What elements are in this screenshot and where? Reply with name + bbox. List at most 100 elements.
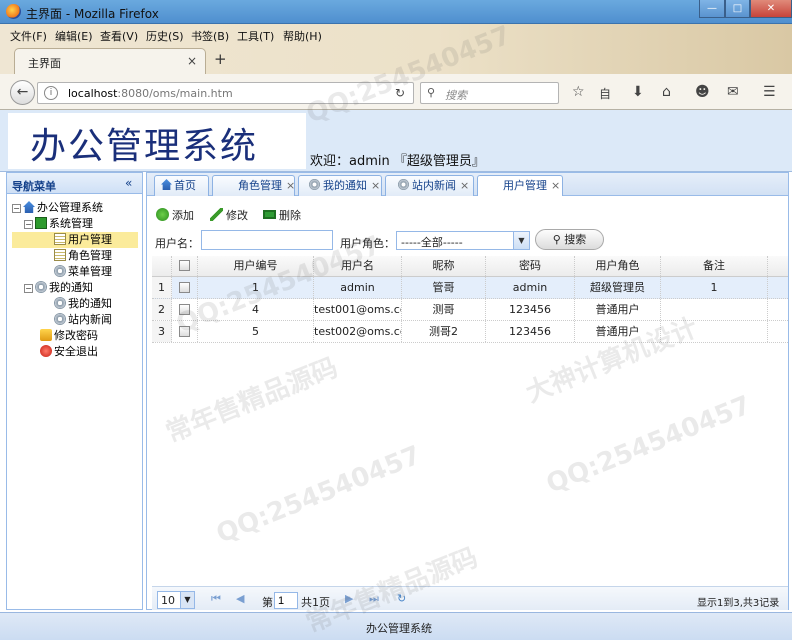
menu-view[interactable]: 查看(V) — [100, 28, 138, 44]
back-button[interactable]: ← — [10, 80, 35, 105]
prev-page-icon[interactable]: ◀ — [236, 592, 244, 605]
search-button[interactable]: ⚲ 搜索 — [535, 229, 604, 250]
document-icon — [54, 233, 66, 245]
delete-button[interactable]: 删除 — [263, 207, 301, 223]
table-row[interactable]: 3 5 test002@oms.cc 测哥2 123456 普通用户 — [152, 321, 788, 343]
tab-label: 站内新闻 — [412, 179, 456, 192]
tree-node-site-news[interactable]: 站内新闻 — [54, 312, 112, 328]
collapse-toggle-icon[interactable]: − — [24, 220, 33, 229]
cell-id: 1 — [198, 277, 314, 298]
tree-node-root[interactable]: − 办公管理系统 — [12, 200, 103, 216]
tree-node-change-password[interactable]: 修改密码 — [40, 328, 98, 344]
row-checkbox[interactable] — [179, 304, 190, 315]
tree-label: 我的通知 — [49, 281, 93, 294]
tab-label: 角色管理 — [238, 179, 282, 192]
col-header-role[interactable]: 用户角色 — [575, 256, 661, 276]
home-icon[interactable]: ⌂ — [662, 84, 671, 100]
col-header-id[interactable]: 用户编号 — [198, 256, 314, 276]
first-page-icon[interactable]: ⏮ — [211, 592, 221, 606]
col-header-password[interactable]: 密码 — [486, 256, 575, 276]
tab-my-notices[interactable]: 我的通知 × — [298, 175, 382, 196]
refresh-icon[interactable]: ↻ — [397, 592, 406, 605]
download-icon[interactable]: ⬇ — [632, 84, 644, 100]
cell-remark: 1 — [661, 277, 768, 298]
add-icon — [156, 208, 169, 221]
page-number-input[interactable] — [274, 592, 298, 609]
close-icon[interactable]: × — [551, 179, 560, 192]
menu-history[interactable]: 历史(S) — [146, 28, 184, 44]
close-tab-icon[interactable]: × — [187, 54, 197, 68]
search-bar[interactable]: ⚲ 搜索 — [420, 82, 559, 104]
menu-bookmarks[interactable]: 书签(B) — [191, 28, 229, 44]
select-all-cell — [172, 256, 198, 276]
close-icon[interactable]: × — [371, 179, 380, 192]
new-tab-button[interactable]: + — [214, 50, 227, 68]
tab-user-mgmt[interactable]: 用户管理 × — [477, 175, 563, 197]
page-size-select[interactable]: 10 ▼ — [157, 591, 195, 609]
site-info-icon[interactable]: i — [44, 86, 58, 100]
collapse-toggle-icon[interactable]: − — [24, 284, 33, 293]
url-bar[interactable]: i localhost:8080/oms/main.htm ↻ — [37, 82, 414, 104]
pocket-icon[interactable]: ✉ — [727, 84, 739, 100]
collapse-icon[interactable]: « — [125, 176, 132, 190]
tab-label: 我的通知 — [323, 179, 367, 192]
tree-label: 修改密码 — [54, 329, 98, 342]
minimize-button[interactable]: — — [699, 0, 725, 18]
cell-id: 5 — [198, 321, 314, 342]
tab-home[interactable]: 首页 — [154, 175, 209, 196]
tab-role-mgmt[interactable]: 角色管理 × — [212, 175, 295, 196]
cell-nickname: 测哥 — [402, 299, 486, 320]
tree-node-role-mgmt[interactable]: 角色管理 — [54, 248, 112, 264]
table-row[interactable]: 1 1 admin 管哥 admin 超级管理员 1 — [152, 277, 788, 299]
table-row[interactable]: 2 4 test001@oms.cc 测哥 123456 普通用户 — [152, 299, 788, 321]
menu-tools[interactable]: 工具(T) — [237, 28, 274, 44]
browser-tab[interactable]: 主界面 × — [14, 48, 206, 74]
close-icon[interactable]: × — [460, 179, 469, 192]
col-header-nickname[interactable]: 昵称 — [402, 256, 486, 276]
search-icon: ⚲ — [427, 86, 436, 99]
bookmark-star-icon[interactable]: ☆ — [572, 84, 585, 100]
close-window-button[interactable]: ✕ — [750, 0, 792, 18]
chat-icon[interactable]: ☻ — [695, 84, 710, 100]
window-titlebar: 主界面 - Mozilla Firefox — [0, 0, 792, 24]
tree-node-menu-mgmt[interactable]: 菜单管理 — [54, 264, 112, 280]
select-all-checkbox[interactable] — [179, 260, 190, 271]
maximize-button[interactable]: □ — [725, 0, 750, 18]
cell-nickname: 管哥 — [402, 277, 486, 298]
row-checkbox[interactable] — [179, 282, 190, 293]
tree-label: 菜单管理 — [68, 265, 112, 278]
menu-edit[interactable]: 编辑(E) — [55, 28, 93, 44]
chevron-down-icon[interactable]: ▼ — [180, 592, 194, 608]
tree-node-notices[interactable]: − 我的通知 — [24, 280, 93, 296]
tree-label: 办公管理系统 — [37, 201, 103, 214]
role-label: 用户角色： — [340, 237, 395, 250]
menu-hamburger-icon[interactable]: ☰ — [763, 84, 776, 100]
role-select[interactable]: -----全部----- ▼ — [396, 231, 530, 250]
menu-help[interactable]: 帮助(H) — [283, 28, 322, 44]
tab-site-news[interactable]: 站内新闻 × — [385, 175, 474, 196]
chevron-down-icon[interactable]: ▼ — [513, 232, 529, 249]
tree-node-system[interactable]: − 系统管理 — [24, 216, 93, 232]
delete-icon — [263, 210, 276, 219]
reload-icon[interactable]: ↻ — [395, 86, 405, 100]
tree-node-user-mgmt[interactable]: 用户管理 — [12, 232, 138, 248]
menu-file[interactable]: 文件(F) — [10, 28, 47, 44]
col-header-remark[interactable]: 备注 — [661, 256, 768, 276]
tree-node-logout[interactable]: 安全退出 — [40, 344, 98, 360]
gear-icon — [54, 265, 66, 277]
next-page-icon[interactable]: ▶ — [345, 592, 353, 605]
add-button[interactable]: 添加 — [156, 207, 194, 223]
last-page-icon[interactable]: ⏭ — [369, 592, 379, 606]
toolbar-label[interactable]: 自 — [599, 85, 611, 102]
tree-node-my-notices[interactable]: 我的通知 — [54, 296, 112, 312]
edit-button[interactable]: 修改 — [210, 207, 248, 223]
tree-label: 角色管理 — [68, 249, 112, 262]
collapse-toggle-icon[interactable]: − — [12, 204, 21, 213]
username-input[interactable] — [201, 230, 333, 250]
row-checkbox[interactable] — [179, 326, 190, 337]
menu-bar: 文件(F) 编辑(E) 查看(V) 历史(S) 书签(B) 工具(T) 帮助(H… — [0, 24, 792, 46]
row-checkbox-cell — [172, 277, 198, 298]
close-icon[interactable]: × — [286, 179, 295, 192]
col-header-username[interactable]: 用户名 — [314, 256, 402, 276]
nav-panel-title: 导航菜单 — [12, 180, 56, 193]
